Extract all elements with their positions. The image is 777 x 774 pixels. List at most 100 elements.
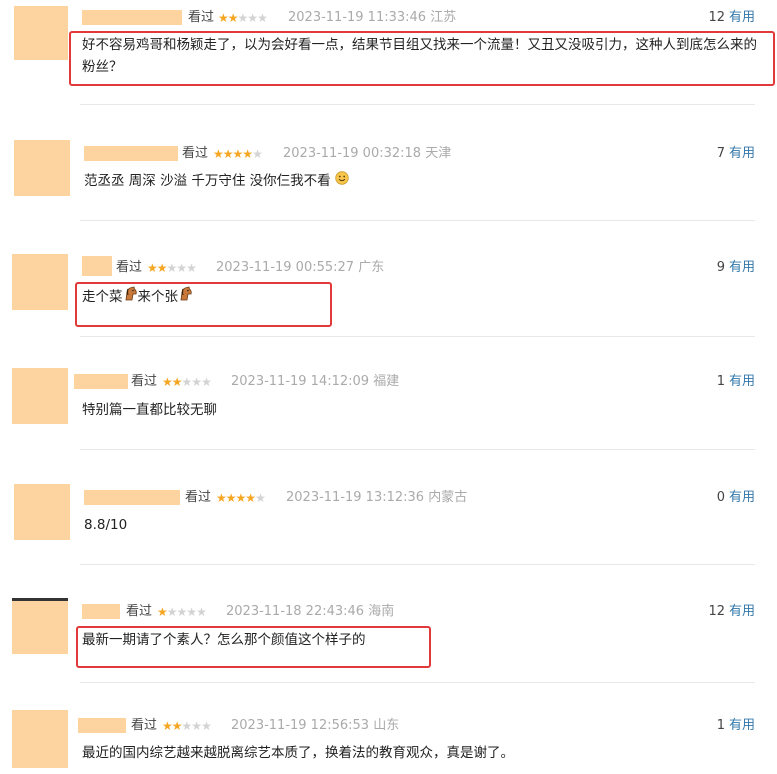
star-icon: ★ bbox=[237, 11, 249, 25]
username[interactable] bbox=[82, 604, 120, 619]
star-icon: ★ bbox=[245, 491, 256, 505]
smiling-face-icon bbox=[335, 170, 349, 192]
useful-button[interactable]: 有用 bbox=[729, 490, 755, 505]
rating-stars: ★★★★★ bbox=[147, 260, 197, 276]
horse-face-icon bbox=[123, 286, 138, 308]
star-icon: ★ bbox=[176, 261, 187, 275]
star-icon: ★ bbox=[162, 719, 173, 733]
username[interactable] bbox=[84, 146, 178, 161]
star-icon: ★ bbox=[222, 147, 234, 161]
review-location: 广东 bbox=[358, 260, 385, 275]
useful-button[interactable]: 有用 bbox=[729, 260, 755, 275]
review-item: 看过 ★★★★★ 2023-11-19 00:55:27 广东 9 有用 走个菜来… bbox=[0, 234, 777, 348]
vote-count: 7 bbox=[716, 146, 725, 161]
useful-votes[interactable]: 12 有用 bbox=[708, 10, 755, 26]
star-icon: ★ bbox=[196, 605, 207, 619]
star-icon: ★ bbox=[166, 605, 178, 619]
review-time: 2023-11-19 11:33:46 江苏 bbox=[288, 10, 457, 25]
avatar[interactable] bbox=[12, 710, 68, 768]
divider bbox=[80, 449, 755, 450]
star-icon: ★ bbox=[252, 147, 263, 161]
review-item: 看过 ★★★★★ 2023-11-19 13:12:36 内蒙古 0 有用 8.8… bbox=[0, 462, 777, 576]
review-item: 看过 ★★★★★ 2023-11-19 11:33:46 江苏 12 有用 好不容… bbox=[0, 0, 777, 120]
review-time: 2023-11-19 00:55:27 广东 bbox=[216, 260, 385, 275]
review-item: 看过 ★★★★★ 2023-11-19 12:56:53 山东 1 有用 最近的国… bbox=[0, 690, 777, 774]
review-location: 江苏 bbox=[430, 10, 457, 25]
avatar[interactable] bbox=[14, 6, 68, 60]
vote-count: 0 bbox=[716, 490, 725, 505]
star-icon: ★ bbox=[186, 605, 197, 619]
watched-status: 看过 bbox=[185, 490, 212, 505]
vote-count: 1 bbox=[716, 374, 725, 389]
star-icon: ★ bbox=[225, 491, 237, 505]
star-icon: ★ bbox=[186, 261, 197, 275]
watched-status: 看过 bbox=[116, 260, 143, 275]
avatar[interactable] bbox=[14, 140, 70, 196]
useful-button[interactable]: 有用 bbox=[729, 718, 755, 733]
rating-stars: ★★★★★ bbox=[162, 374, 212, 390]
review-text: 走个菜 来个张 bbox=[82, 286, 322, 308]
star-icon: ★ bbox=[216, 491, 227, 505]
review-text: 最近的国内综艺越来越脱离综艺本质了，换着法的教育观众，真是谢了。 bbox=[82, 745, 514, 761]
rating-stars: ★★★★★ bbox=[162, 718, 212, 734]
star-icon: ★ bbox=[181, 375, 193, 389]
star-icon: ★ bbox=[157, 605, 168, 619]
star-icon: ★ bbox=[242, 147, 253, 161]
useful-votes[interactable]: 1 有用 bbox=[717, 374, 755, 390]
star-icon: ★ bbox=[257, 11, 268, 25]
avatar[interactable] bbox=[12, 368, 68, 424]
star-icon: ★ bbox=[191, 719, 202, 733]
star-icon: ★ bbox=[147, 261, 158, 275]
star-icon: ★ bbox=[171, 375, 183, 389]
star-icon: ★ bbox=[156, 261, 168, 275]
review-time: 2023-11-19 14:12:09 福建 bbox=[231, 374, 400, 389]
star-icon: ★ bbox=[235, 491, 247, 505]
username[interactable] bbox=[84, 490, 180, 505]
review-location: 福建 bbox=[373, 374, 400, 389]
review-item: 看过 ★★★★★ 2023-11-19 00:32:18 天津 7 有用 范丞丞 … bbox=[0, 120, 777, 234]
review-text: 最新一期请了个素人？怎么那个颜值这个样子的 bbox=[82, 632, 366, 648]
review-item: 看过 ★★★★★ 2023-11-18 22:43:46 海南 12 有用 最新一… bbox=[0, 576, 777, 690]
username[interactable] bbox=[78, 718, 126, 733]
review-text: 好不容易鸡哥和杨颖走了，以为会好看一点，结果节目组又找来一个流量！又丑又没吸引力… bbox=[82, 37, 757, 75]
useful-button[interactable]: 有用 bbox=[729, 374, 755, 389]
vote-count: 9 bbox=[716, 260, 725, 275]
star-icon: ★ bbox=[247, 11, 258, 25]
useful-votes[interactable]: 0 有用 bbox=[717, 490, 755, 506]
username[interactable] bbox=[74, 374, 128, 389]
horse-face-icon bbox=[178, 286, 193, 308]
star-icon: ★ bbox=[162, 375, 173, 389]
star-icon: ★ bbox=[201, 375, 212, 389]
useful-button[interactable]: 有用 bbox=[729, 10, 755, 25]
review-time: 2023-11-19 00:32:18 天津 bbox=[283, 146, 452, 161]
star-icon: ★ bbox=[227, 11, 239, 25]
avatar[interactable] bbox=[14, 484, 70, 540]
username[interactable] bbox=[82, 256, 112, 276]
watched-status: 看过 bbox=[131, 374, 158, 389]
review-text: 范丞丞 周深 沙溢 千万守住 没你仨我不看 bbox=[84, 170, 744, 192]
review-time: 2023-11-18 22:43:46 海南 bbox=[226, 604, 395, 619]
star-icon: ★ bbox=[232, 147, 244, 161]
divider bbox=[80, 682, 755, 683]
star-icon: ★ bbox=[191, 375, 202, 389]
rating-stars: ★★★★★ bbox=[218, 10, 268, 26]
rating-stars: ★★★★★ bbox=[216, 490, 266, 506]
useful-votes[interactable]: 7 有用 bbox=[717, 146, 755, 162]
rating-stars: ★★★★★ bbox=[213, 146, 263, 162]
review-item: 看过 ★★★★★ 2023-11-19 14:12:09 福建 1 有用 特别篇一… bbox=[0, 348, 777, 462]
review-time: 2023-11-19 13:12:36 内蒙古 bbox=[286, 490, 468, 505]
useful-votes[interactable]: 1 有用 bbox=[717, 718, 755, 734]
username[interactable] bbox=[82, 10, 182, 25]
useful-button[interactable]: 有用 bbox=[729, 604, 755, 619]
useful-button[interactable]: 有用 bbox=[729, 146, 755, 161]
star-icon: ★ bbox=[255, 491, 266, 505]
useful-votes[interactable]: 9 有用 bbox=[717, 260, 755, 276]
avatar[interactable] bbox=[12, 601, 68, 654]
review-text: 特别篇一直都比较无聊 bbox=[82, 402, 217, 418]
review-location: 山东 bbox=[373, 718, 400, 733]
avatar[interactable] bbox=[12, 254, 68, 310]
watched-status: 看过 bbox=[131, 718, 158, 733]
useful-votes[interactable]: 12 有用 bbox=[708, 604, 755, 620]
divider bbox=[80, 564, 755, 565]
divider bbox=[80, 336, 755, 337]
